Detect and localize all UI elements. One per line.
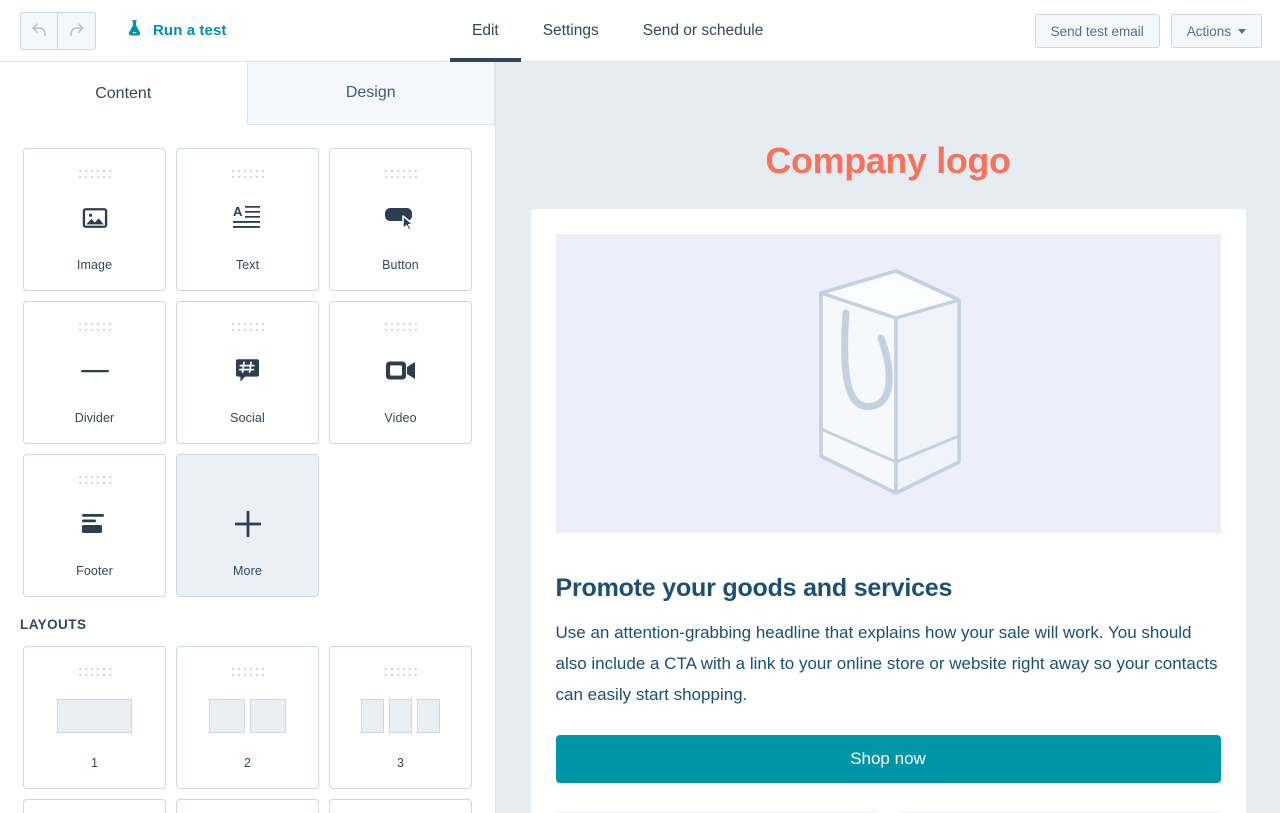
- drag-handle-icon[interactable]: [78, 320, 112, 332]
- run-a-test-label: Run a test: [153, 22, 227, 39]
- content-blocks-grid: Image A Text Button Divider Social Video…: [0, 125, 495, 597]
- sidebar-scroll-area[interactable]: Image A Text Button Divider Social Video…: [0, 125, 495, 813]
- drag-handle-icon[interactable]: [231, 665, 265, 677]
- flask-icon: [125, 18, 144, 43]
- actions-label: Actions: [1186, 23, 1231, 39]
- block-tile-footer[interactable]: Footer: [23, 454, 166, 597]
- layout-tile-row2-c[interactable]: [329, 799, 472, 813]
- svg-text:A: A: [233, 204, 243, 219]
- hero-image-block[interactable]: [555, 234, 1221, 533]
- tab-send-or-schedule[interactable]: Send or schedule: [621, 0, 786, 62]
- block-label-divider: Divider: [74, 411, 115, 425]
- top-toolbar: Run a test Edit Settings Send or schedul…: [0, 0, 1280, 62]
- drag-handle-spacer: [231, 473, 265, 484]
- layout-preview-1: [57, 676, 132, 756]
- drag-handle-icon[interactable]: [78, 167, 112, 179]
- block-label-more: More: [233, 564, 262, 578]
- button-icon: [330, 178, 471, 258]
- divider-icon: [24, 331, 165, 411]
- layout-tile-3-column[interactable]: 3: [329, 646, 472, 789]
- actions-menu-button[interactable]: Actions: [1170, 14, 1262, 48]
- layout-label-3: 3: [397, 756, 404, 770]
- shopping-bag-placeholder-icon: [801, 266, 976, 501]
- layout-tile-row2-b[interactable]: [176, 799, 319, 813]
- layout-label-2: 2: [244, 756, 251, 770]
- primary-nav-tabs: Edit Settings Send or schedule: [450, 0, 785, 62]
- layout-tile-1-column[interactable]: 1: [23, 646, 166, 789]
- drag-handle-icon[interactable]: [384, 320, 418, 332]
- image-icon: [24, 178, 165, 258]
- shop-now-cta-button[interactable]: Shop now: [555, 735, 1221, 783]
- send-test-email-button[interactable]: Send test email: [1034, 14, 1160, 48]
- sidebar-tabs: Content Design: [0, 62, 495, 125]
- drag-handle-icon[interactable]: [231, 167, 265, 179]
- redo-button[interactable]: [58, 11, 96, 50]
- sidebar-tab-content[interactable]: Content: [0, 62, 247, 125]
- drag-handle-icon[interactable]: [78, 665, 112, 677]
- layout-label-1: 1: [91, 756, 98, 770]
- company-logo-text[interactable]: Company logo: [496, 62, 1280, 182]
- block-label-button: Button: [382, 258, 419, 272]
- social-hashtag-icon: [177, 331, 318, 411]
- drag-handle-icon[interactable]: [384, 167, 418, 179]
- block-tile-button[interactable]: Button: [329, 148, 472, 291]
- block-tile-image[interactable]: Image: [23, 148, 166, 291]
- chevron-down-icon: [1238, 28, 1246, 34]
- undo-button[interactable]: [20, 11, 58, 50]
- layout-preview-3: [361, 676, 440, 756]
- video-camera-icon: [330, 331, 471, 411]
- drag-handle-icon[interactable]: [384, 665, 418, 677]
- undo-redo-group: [20, 11, 96, 50]
- block-tile-video[interactable]: Video: [329, 301, 472, 444]
- undo-arrow-icon: [30, 21, 49, 40]
- block-label-social: Social: [230, 411, 265, 425]
- block-label-text: Text: [235, 258, 260, 272]
- block-tile-more[interactable]: More: [176, 454, 319, 597]
- layout-tile-row2-a[interactable]: [23, 799, 166, 813]
- email-editor-app: Run a test Edit Settings Send or schedul…: [0, 0, 1280, 813]
- text-icon: A: [177, 178, 318, 258]
- drag-handle-icon[interactable]: [231, 320, 265, 332]
- block-tile-social[interactable]: Social: [176, 301, 319, 444]
- top-toolbar-actions: Send test email Actions: [1034, 0, 1262, 62]
- plus-icon: [177, 484, 318, 564]
- email-body-card: Promote your goods and services Use an a…: [530, 209, 1246, 813]
- block-label-image: Image: [76, 258, 113, 272]
- layout-preview-2: [209, 676, 286, 756]
- block-tile-divider[interactable]: Divider: [23, 301, 166, 444]
- layouts-section-heading: LAYOUTS: [20, 617, 87, 632]
- footer-icon: [24, 484, 165, 564]
- email-preview-canvas[interactable]: Company logo Promote your goods and serv…: [496, 62, 1280, 813]
- layout-tile-2-column[interactable]: 2: [176, 646, 319, 789]
- email-heading[interactable]: Promote your goods and services: [556, 574, 1221, 603]
- layouts-grid: 1 2 3: [0, 632, 495, 813]
- tab-settings[interactable]: Settings: [521, 0, 621, 62]
- sidebar-tab-design[interactable]: Design: [246, 62, 495, 125]
- block-tile-text[interactable]: A Text: [176, 148, 319, 291]
- block-label-video: Video: [384, 411, 417, 425]
- run-a-test-button[interactable]: Run a test: [125, 18, 227, 43]
- drag-handle-icon[interactable]: [78, 473, 112, 485]
- redo-arrow-icon: [67, 21, 86, 40]
- tab-edit[interactable]: Edit: [450, 0, 521, 62]
- email-body-text[interactable]: Use an attention-grabbing headline that …: [556, 617, 1221, 710]
- editor-sidebar: Content Design Image A Text Button Divid…: [0, 62, 496, 813]
- block-label-footer: Footer: [76, 564, 113, 578]
